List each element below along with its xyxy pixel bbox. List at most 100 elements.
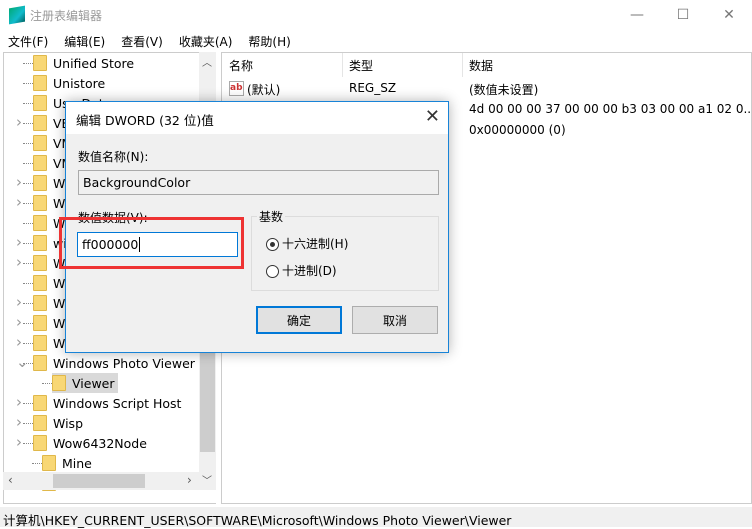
hex-label: 十六进制(H): [282, 237, 349, 251]
scroll-up-icon[interactable]: ︿: [202, 54, 212, 69]
folder-icon: [33, 435, 47, 451]
tree-node-label: Wow6432Node: [53, 435, 147, 451]
tree-connector: [23, 143, 33, 144]
folder-icon: [33, 355, 47, 371]
scroll-down-icon[interactable]: ﹀: [202, 472, 212, 487]
tree-connector: [23, 63, 33, 64]
tree-node[interactable]: W: [33, 193, 65, 213]
folder-icon: [33, 75, 47, 91]
folder-icon: [33, 135, 47, 151]
menu-bar: 文件(F) 编辑(E) 查看(V) 收藏夹(A) 帮助(H): [0, 30, 752, 50]
tree-connector: [32, 463, 42, 464]
expand-chevron-icon[interactable]: ›: [16, 395, 26, 410]
tree-node[interactable]: W: [33, 293, 65, 313]
tree-node-label: W: [53, 175, 66, 191]
column-name[interactable]: 名称: [229, 57, 253, 74]
tree-connector: [42, 383, 52, 384]
highlight-box: [59, 217, 244, 269]
scroll-right-icon[interactable]: ›: [187, 473, 192, 487]
tree-node-label: Wisp: [53, 415, 84, 431]
column-data[interactable]: 数据: [469, 57, 493, 74]
tree-node-label: W: [53, 315, 66, 331]
column-type[interactable]: 类型: [349, 57, 373, 74]
tree-connector: [23, 163, 33, 164]
tree-node-label: Viewer: [72, 375, 115, 391]
tree-node[interactable]: W: [33, 313, 65, 333]
value-name[interactable]: (默认): [247, 81, 280, 98]
dialog-close-button[interactable]: ✕: [425, 106, 440, 127]
expand-chevron-icon[interactable]: ›: [16, 255, 26, 270]
expand-chevron-icon[interactable]: ›: [16, 335, 26, 350]
menu-item[interactable]: 收藏夹(A): [171, 30, 241, 50]
hex-radio[interactable]: 十六进制(H): [266, 235, 348, 252]
expand-chevron-icon[interactable]: ›: [16, 435, 26, 450]
tree-node[interactable]: W: [33, 333, 65, 353]
folder-icon: [33, 115, 47, 131]
base-label: 基数: [257, 208, 286, 225]
folder-icon: [33, 55, 47, 71]
menu-item[interactable]: 编辑(E): [56, 30, 113, 50]
tree-node-label: Unified Store: [53, 55, 135, 71]
folder-icon: [33, 315, 47, 331]
close-button[interactable]: ✕: [706, 0, 752, 30]
tree-node-label: W: [53, 275, 66, 291]
value-type: REG_SZ: [349, 81, 397, 95]
folder-icon: [33, 95, 47, 111]
tree-node[interactable]: Unistore: [33, 73, 105, 93]
base-groupbox: [251, 216, 439, 291]
tree-node[interactable]: Windows Script Host: [33, 393, 181, 413]
folder-icon: [33, 175, 47, 191]
expand-chevron-icon[interactable]: ›: [16, 235, 26, 250]
folder-icon: [33, 395, 47, 411]
maximize-button[interactable]: ☐: [660, 0, 706, 30]
tree-node[interactable]: Unified Store: [33, 53, 134, 73]
tree-node[interactable]: Wisp: [33, 413, 83, 433]
folder-icon: [52, 375, 66, 391]
menu-item[interactable]: 查看(V): [113, 30, 171, 50]
folder-icon: [33, 255, 47, 271]
value-name-label: 数值名称(N):: [78, 150, 149, 164]
tree-node[interactable]: Mine: [42, 453, 92, 473]
folder-icon: [33, 295, 47, 311]
tree-node-label: Windows Script Host: [53, 395, 182, 411]
tree-connector: [23, 103, 33, 104]
expand-chevron-icon[interactable]: ›: [16, 295, 26, 310]
hscroll-thumb[interactable]: [53, 474, 145, 488]
folder-icon: [33, 195, 47, 211]
folder-icon: [33, 215, 47, 231]
regedit-icon: [9, 5, 25, 25]
expand-chevron-icon[interactable]: ›: [16, 415, 26, 430]
tree-node[interactable]: Windows Photo Viewer: [33, 353, 195, 373]
expand-chevron-icon[interactable]: ›: [16, 115, 26, 130]
folder-icon: [33, 275, 47, 291]
expand-chevron-icon[interactable]: ›: [16, 195, 26, 210]
scroll-left-icon[interactable]: ‹: [8, 473, 13, 487]
cancel-button[interactable]: 取消: [352, 306, 438, 334]
tree-node[interactable]: Wow6432Node: [33, 433, 147, 453]
tree-node[interactable]: W: [33, 173, 65, 193]
folder-icon: [33, 415, 47, 431]
string-value-icon: ab: [229, 81, 244, 96]
menu-item[interactable]: 帮助(H): [240, 30, 298, 50]
folder-icon: [33, 235, 47, 251]
tree-node-label: Windows Photo Viewer: [53, 355, 195, 371]
tree-node[interactable]: VE: [33, 113, 69, 133]
tree-horizontal-scrollbar[interactable]: ‹ ›: [3, 472, 199, 490]
status-bar-path: 计算机\HKEY_CURRENT_USER\SOFTWARE\Microsoft…: [0, 507, 752, 528]
edit-dword-dialog: 编辑 DWORD (32 位)值 ✕ 数值名称(N): BackgroundCo…: [59, 101, 449, 353]
expand-chevron-icon[interactable]: ›: [16, 315, 26, 330]
dialog-title: 编辑 DWORD (32 位)值: [66, 102, 448, 134]
tree-node[interactable]: Viewer: [52, 373, 118, 393]
value-name-field: BackgroundColor: [78, 170, 439, 195]
decimal-radio[interactable]: 十进制(D): [266, 262, 337, 279]
minimize-button[interactable]: —: [614, 0, 660, 30]
decimal-label: 十进制(D): [282, 264, 337, 278]
folder-icon: [42, 455, 56, 471]
collapse-chevron-icon[interactable]: ⌄: [16, 355, 29, 370]
expand-chevron-icon[interactable]: ›: [16, 175, 26, 190]
tree-connector: [23, 83, 33, 84]
tree-node[interactable]: W: [33, 273, 65, 293]
ok-button[interactable]: 确定: [256, 306, 342, 334]
menu-item[interactable]: 文件(F): [0, 30, 56, 50]
tree-node-label: Mine: [62, 455, 92, 471]
